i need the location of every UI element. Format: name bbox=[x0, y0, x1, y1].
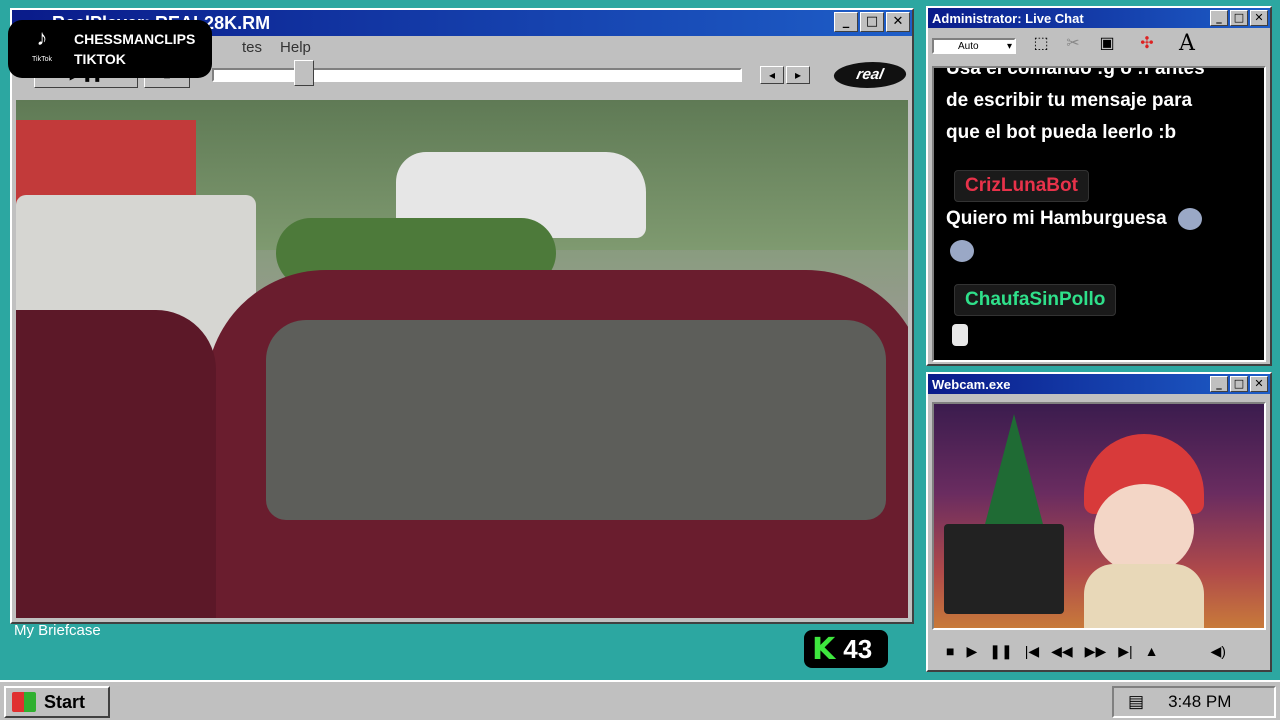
tiktok-watermark: ♪ TikTok CHESSMANCLIPS TIKTOK bbox=[8, 20, 212, 78]
chat-text: de escribir tu mensaje para bbox=[946, 90, 1193, 111]
chat-text: que el bot pueda leerlo :b bbox=[946, 122, 1177, 143]
cut-icon[interactable]: ✂ bbox=[1060, 32, 1086, 58]
briefcase-label[interactable]: My Briefcase bbox=[14, 622, 101, 639]
menu-help[interactable]: Help bbox=[280, 39, 311, 56]
clock: 3:48 PM bbox=[1168, 692, 1232, 711]
forward-icon[interactable]: ▶▶ bbox=[1085, 643, 1107, 660]
font-icon[interactable]: A bbox=[1174, 32, 1200, 58]
minimize-button[interactable]: _ bbox=[1210, 376, 1228, 392]
live-chat-window: Administrator: Live Chat _ □ ✕ Auto ▾ ⬚ ✂… bbox=[926, 6, 1272, 366]
eject-icon[interactable]: ▲ bbox=[1145, 643, 1159, 659]
webcam-media-controls: ■ ▶ ❚❚ |◀ ◀◀ ▶▶ ▶| ▲ ◀) bbox=[932, 636, 1266, 666]
maximize-button[interactable]: □ bbox=[1230, 376, 1248, 392]
close-button[interactable]: ✕ bbox=[1250, 376, 1268, 392]
next-icon[interactable]: ▶| bbox=[1118, 643, 1132, 660]
seek-bar[interactable] bbox=[212, 68, 742, 82]
chat-username[interactable]: CrizLunaBot bbox=[954, 170, 1089, 202]
webcam-titlebar[interactable]: Webcam.exe _ □ ✕ bbox=[928, 374, 1270, 394]
start-label: Start bbox=[44, 691, 86, 712]
channel-platform: TIKTOK bbox=[74, 51, 126, 67]
webcam-feed bbox=[932, 402, 1266, 630]
chat-messages: Usa el comando :g o :f antes de escribir… bbox=[932, 66, 1266, 362]
close-button[interactable]: ✕ bbox=[1250, 10, 1268, 26]
video-frame[interactable] bbox=[16, 100, 908, 618]
webcam-title: Webcam.exe bbox=[932, 376, 1011, 392]
real-logo: real bbox=[831, 62, 909, 88]
minimize-button[interactable]: _ bbox=[1210, 10, 1228, 26]
chat-text: Quiero mi Hamburguesa bbox=[946, 208, 1167, 230]
selection-icon[interactable]: ⬚ bbox=[1028, 32, 1054, 58]
kick-counter: K 43 bbox=[804, 630, 888, 668]
maximize-button[interactable]: □ bbox=[1230, 10, 1248, 26]
start-button[interactable]: Start bbox=[4, 686, 110, 718]
kick-icon: K bbox=[812, 631, 836, 667]
folder-icon[interactable]: ▣ bbox=[1094, 32, 1120, 58]
chat-toolbar: Auto ▾ ⬚ ✂ ▣ ✣ A bbox=[928, 28, 1270, 62]
play-icon[interactable]: ▶ bbox=[966, 643, 977, 660]
chat-username[interactable]: ChaufaSinPollo bbox=[954, 284, 1117, 316]
scheduler-icon[interactable]: ▤ bbox=[1128, 692, 1144, 712]
emote-icon bbox=[952, 324, 968, 346]
chat-text: Usa el comando :g o :f antes bbox=[946, 66, 1205, 79]
windows-logo-icon bbox=[12, 692, 36, 712]
menu-favorites[interactable]: tes bbox=[242, 39, 262, 56]
emote-icon bbox=[950, 240, 974, 262]
taskbar: Start ▤ 3:48 PM bbox=[0, 680, 1280, 720]
system-tray: ▤ 3:48 PM bbox=[1112, 686, 1276, 718]
close-button[interactable]: ✕ bbox=[886, 12, 910, 32]
next-clip-button[interactable]: ▸ bbox=[786, 66, 810, 84]
volume-icon[interactable]: ◀) bbox=[1210, 643, 1225, 660]
target-icon[interactable]: ✣ bbox=[1134, 32, 1160, 58]
font-size-select[interactable]: Auto ▾ bbox=[932, 38, 1016, 54]
minimize-button[interactable]: _ bbox=[834, 12, 858, 32]
rewind-icon[interactable]: ◀◀ bbox=[1051, 643, 1073, 660]
webcam-window: Webcam.exe _ □ ✕ ■ ▶ ❚❚ |◀ ◀◀ ▶▶ ▶| ▲ ◀) bbox=[926, 372, 1272, 672]
maximize-button[interactable]: □ bbox=[860, 12, 884, 32]
tiktok-icon: ♪ TikTok bbox=[32, 25, 52, 64]
emote-icon bbox=[1177, 208, 1202, 230]
realplayer-window: RealPlayer: REAL28K.RM _ □ ✕ tes Help ▶ … bbox=[10, 8, 914, 624]
chat-titlebar[interactable]: Administrator: Live Chat _ □ ✕ bbox=[928, 8, 1270, 28]
chat-title: Administrator: Live Chat bbox=[932, 10, 1084, 26]
pause-icon[interactable]: ❚❚ bbox=[989, 643, 1012, 660]
prev-clip-button[interactable]: ◂ bbox=[760, 66, 784, 84]
stop-icon[interactable]: ■ bbox=[946, 643, 954, 659]
channel-name: CHESSMANCLIPS bbox=[74, 31, 196, 47]
counter-value: 43 bbox=[843, 633, 873, 664]
seek-thumb[interactable] bbox=[293, 60, 314, 86]
prev-icon[interactable]: |◀ bbox=[1025, 643, 1039, 660]
